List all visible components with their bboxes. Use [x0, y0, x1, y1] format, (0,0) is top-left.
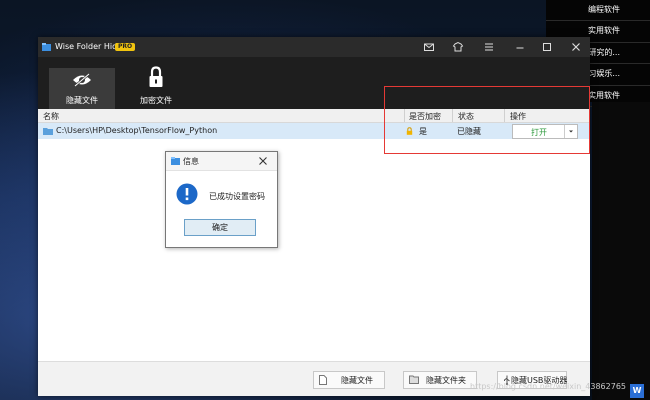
eye-hidden-icon: [73, 73, 91, 87]
hide-folder-button[interactable]: 隐藏文件夹: [403, 371, 477, 389]
minimize-icon[interactable]: [514, 41, 526, 53]
hide-file-button[interactable]: 隐藏文件: [313, 371, 385, 389]
dialog-title-bar: 信息: [166, 152, 277, 171]
hide-folder-label: 隐藏文件夹: [426, 376, 466, 385]
shirt-icon[interactable]: [452, 41, 464, 53]
maximize-icon[interactable]: [541, 41, 553, 53]
info-icon: [176, 183, 198, 205]
close-icon[interactable]: [570, 41, 582, 53]
hide-files-tab[interactable]: 隐藏文件: [49, 68, 115, 109]
encrypt-files-tab[interactable]: 加密文件: [123, 66, 189, 109]
app-logo-icon: [42, 43, 51, 51]
folder-path: C:\Users\HP\Desktop\TensorFlow_Python: [56, 126, 218, 135]
close-icon[interactable]: [258, 156, 268, 166]
pro-badge: PRO: [115, 43, 136, 51]
menu-icon[interactable]: [483, 41, 495, 53]
col-name[interactable]: 名称: [43, 111, 59, 122]
dialog-title: 信息: [183, 157, 199, 166]
desktop-right-panel: [592, 102, 650, 400]
info-dialog: 信息 已成功设置密码 确定: [165, 151, 278, 248]
app-logo-icon: [171, 157, 180, 165]
hide-files-label: 隐藏文件: [66, 96, 98, 105]
folder-icon: [43, 128, 53, 135]
file-icon: [319, 375, 327, 385]
lock-icon: [149, 66, 163, 87]
ok-button[interactable]: 确定: [184, 219, 256, 236]
menu-item[interactable]: 编程软件: [546, 0, 650, 22]
mail-icon[interactable]: [423, 41, 435, 53]
taskbar-app-icon[interactable]: W: [630, 384, 644, 398]
dialog-message: 已成功设置密码: [209, 192, 265, 201]
title-bar: Wise Folder Hider PRO: [38, 37, 590, 57]
folder-icon: [409, 375, 419, 384]
red-highlight-box: [384, 86, 590, 154]
watermark-text: https://blog.csdn.net/weixin_43862765: [470, 382, 627, 391]
encrypt-files-label: 加密文件: [140, 96, 172, 105]
hide-file-label: 隐藏文件: [341, 376, 373, 385]
